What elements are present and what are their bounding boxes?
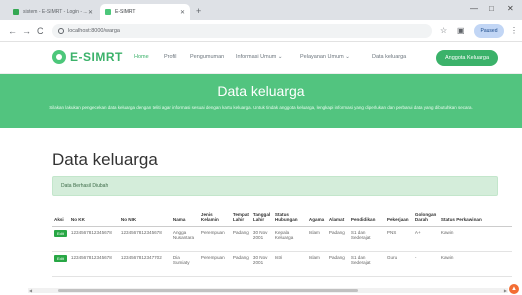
col-aksi: Aksi bbox=[52, 204, 69, 227]
cell-no-kk: 1234567812345678 bbox=[68, 226, 119, 252]
col-tempat-lahir: Tempat Lahir bbox=[230, 204, 251, 227]
nav-data-keluarga[interactable]: Data keluarga bbox=[372, 54, 406, 60]
edit-button[interactable]: Edit bbox=[54, 229, 67, 237]
col-agama: Agama bbox=[306, 204, 327, 227]
tab-favicon-icon bbox=[105, 9, 111, 15]
cell-status-hubungan: Istri bbox=[272, 251, 307, 277]
cell-nama: Angga Nusantara bbox=[170, 226, 199, 252]
table-row: Edit 1234567812345678 1234567812345678 A… bbox=[52, 226, 512, 252]
nav-pengumuman[interactable]: Pengumuman bbox=[190, 54, 224, 60]
profile-button[interactable]: Paused bbox=[474, 24, 504, 38]
nav-home[interactable]: Home bbox=[134, 54, 149, 60]
chat-icon[interactable]: ▲ bbox=[509, 284, 519, 294]
extension-icon[interactable]: ▣ bbox=[457, 26, 465, 36]
col-jenis-kelamin: Jenis Kelamin bbox=[198, 204, 231, 227]
tab-close-icon[interactable]: ✕ bbox=[88, 9, 93, 16]
reload-button[interactable]: C bbox=[37, 25, 44, 37]
hero-title: Data keluarga bbox=[217, 83, 305, 99]
table-row: Edit 1234567812345678 1234567812347702 D… bbox=[52, 251, 512, 277]
col-tanggal-lahir: Tanggal Lahir bbox=[250, 204, 273, 227]
profile-label: Paused bbox=[480, 28, 498, 34]
cell-no-kk: 1234567812345678 bbox=[68, 251, 119, 277]
nav-pelayanan-umum[interactable]: Pelayanan Umum ⌄ bbox=[300, 54, 350, 60]
cell-pendidikan: S1 dan Sederajat bbox=[348, 251, 385, 277]
cell-tempat-lahir: Padang bbox=[230, 226, 251, 252]
site-navbar: E-SIMRT Home Profil Pengumuman Informasi… bbox=[0, 42, 522, 74]
nav-informasi-umum[interactable]: Informasi Umum ⌄ bbox=[236, 54, 282, 60]
nav-profil[interactable]: Profil bbox=[164, 54, 177, 60]
minimize-button[interactable]: — bbox=[470, 3, 478, 15]
url-text: localhost:8000/warga bbox=[68, 28, 120, 34]
col-pekerjaan: Pekerjaan bbox=[384, 204, 413, 227]
family-table: Aksi No KK No NIK Nama Jenis Kelamin Tem… bbox=[52, 204, 512, 277]
cell-alamat: Padang bbox=[326, 251, 349, 277]
cell-golongan-darah: - bbox=[412, 251, 439, 277]
cell-tempat-lahir: Padang bbox=[230, 251, 251, 277]
scroll-right-icon[interactable]: ▶ bbox=[504, 288, 507, 293]
success-alert: Data Berhasil Diubah bbox=[52, 176, 498, 196]
browser-tabstrip: sistem - E-SIMRT - Login - ... ✕ E-SIMRT… bbox=[0, 0, 522, 20]
alert-text: Data Berhasil Diubah bbox=[61, 183, 109, 189]
cell-status-hubungan: Kepala Keluarga bbox=[272, 226, 307, 252]
back-button[interactable]: ← bbox=[8, 25, 17, 37]
cell-pekerjaan: Guru bbox=[384, 251, 413, 277]
cell-jenis-kelamin: Perempuan bbox=[198, 251, 231, 277]
cell-alamat: Padang bbox=[326, 226, 349, 252]
hero-description: Silakan lakukan pengecekan data keluarga… bbox=[49, 105, 473, 110]
cell-agama: Islam bbox=[306, 251, 327, 277]
hero-banner: Data keluarga Silakan lakukan pengecekan… bbox=[0, 74, 522, 128]
logo-icon bbox=[52, 50, 66, 64]
col-status-hubungan: Status Hubungan bbox=[272, 204, 307, 227]
col-golongan-darah: Golongan Darah bbox=[412, 204, 439, 227]
col-no-kk: No KK bbox=[68, 204, 119, 227]
col-pendidikan: Pendidikan bbox=[348, 204, 385, 227]
horizontal-scrollbar[interactable]: ◀ ▶ bbox=[28, 288, 508, 293]
address-bar[interactable]: localhost:8000/warga bbox=[52, 24, 432, 38]
brand-name: E-SIMRT bbox=[70, 50, 123, 64]
cell-no-nik: 1234567812347702 bbox=[118, 251, 171, 277]
cell-tanggal-lahir: 30 Nov 2001 bbox=[250, 226, 273, 252]
col-no-nik: No NIK bbox=[118, 204, 171, 227]
cell-golongan-darah: A+ bbox=[412, 226, 439, 252]
cell-jenis-kelamin: Perempuan bbox=[198, 226, 231, 252]
cell-pendidikan: S1 dan Sederajat bbox=[348, 226, 385, 252]
cell-pekerjaan: PNS bbox=[384, 226, 413, 252]
col-alamat: Alamat bbox=[326, 204, 349, 227]
browser-toolbar: ← → C localhost:8000/warga ☆ ▣ Paused ⋮ bbox=[0, 20, 522, 42]
star-icon[interactable]: ☆ bbox=[440, 26, 447, 36]
table-header-row: Aksi No KK No NIK Nama Jenis Kelamin Tem… bbox=[52, 204, 512, 227]
new-tab-button[interactable]: + bbox=[196, 5, 201, 17]
cell-agama: Islam bbox=[306, 226, 327, 252]
tab-favicon-icon bbox=[13, 9, 19, 15]
page-title: Data keluarga bbox=[52, 150, 158, 169]
col-status-perkawinan: Status Perkawinan bbox=[438, 204, 512, 227]
close-window-button[interactable]: ✕ bbox=[507, 3, 514, 15]
lock-icon bbox=[58, 28, 64, 34]
scroll-left-icon[interactable]: ◀ bbox=[29, 288, 32, 293]
menu-dots-icon[interactable]: ⋮ bbox=[510, 26, 518, 36]
site-logo[interactable]: E-SIMRT bbox=[52, 50, 123, 64]
cell-status-perkawinan: Kawin bbox=[438, 251, 512, 277]
col-nama: Nama bbox=[170, 204, 199, 227]
forward-button[interactable]: → bbox=[22, 25, 31, 37]
cell-status-perkawinan: Kawin bbox=[438, 226, 512, 252]
tab-title: E-SIMRT bbox=[115, 9, 136, 15]
tab-close-icon[interactable]: ✕ bbox=[180, 9, 185, 16]
action-cell: Edit bbox=[52, 251, 69, 277]
cell-tanggal-lahir: 30 Nov 2001 bbox=[250, 251, 273, 277]
browser-tab-1[interactable]: sistem - E-SIMRT - Login - ... ✕ bbox=[8, 4, 98, 20]
edit-button[interactable]: Edit bbox=[54, 254, 67, 262]
scrollbar-thumb[interactable] bbox=[58, 289, 358, 292]
maximize-button[interactable]: □ bbox=[489, 3, 494, 15]
action-cell: Edit bbox=[52, 226, 69, 252]
browser-tab-2[interactable]: E-SIMRT ✕ bbox=[100, 4, 190, 20]
anggota-keluarga-button[interactable]: Anggota Keluarga bbox=[436, 50, 498, 66]
cta-label: Anggota Keluarga bbox=[444, 55, 490, 61]
cell-nama: Dia Sumiaty bbox=[170, 251, 199, 277]
cell-no-nik: 1234567812345678 bbox=[118, 226, 171, 252]
tab-title: sistem - E-SIMRT - Login - ... bbox=[23, 9, 88, 15]
